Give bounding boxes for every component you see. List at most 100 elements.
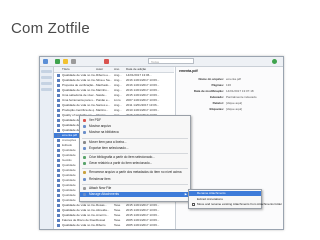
submenu-item[interactable]: Extract Annotations: [189, 197, 261, 202]
document-icon: [57, 124, 60, 127]
document-icon: [57, 159, 60, 162]
info-row: Data de modificação: 14/01/2017 13:07:18: [176, 89, 283, 94]
menu-item[interactable]: Reindexar item: [80, 177, 190, 182]
add-note-icon[interactable]: [63, 59, 68, 64]
document-icon: [57, 84, 60, 87]
attach-icon: [83, 186, 86, 190]
document-icon: [57, 169, 60, 172]
menu-item-label: Gerar relatório a partir do item selecio…: [89, 161, 153, 166]
document-icon: [57, 199, 60, 202]
document-icon: [57, 74, 60, 77]
document-icon: [57, 149, 60, 152]
document-icon: [57, 184, 60, 187]
info-title: ementa.pdf: [179, 69, 198, 73]
info-value[interactable]: [clique aqui]: [226, 101, 242, 106]
checkbox-icon: [192, 203, 195, 206]
menu-item-label: Ver PDF: [89, 118, 102, 122]
info-row: Relator: [clique aqui]: [176, 101, 283, 106]
document-icon: [57, 89, 60, 92]
menu-item[interactable]: Attach New File: [80, 186, 190, 191]
info-label: Indexado:: [209, 95, 224, 99]
info-value[interactable]: 136: [226, 83, 231, 88]
submenu-item-label: Extract Annotations: [197, 196, 223, 201]
document-icon: [57, 119, 60, 122]
collections-pane: [40, 67, 54, 229]
new-item-icon[interactable]: [55, 59, 60, 64]
cell-author: Ribeiro: [96, 223, 106, 227]
col-title[interactable]: Título: [62, 67, 70, 72]
document-icon: [57, 109, 60, 112]
menu-item[interactable]: Mostrar na biblioteca: [80, 130, 190, 135]
info-row: Nome do arquivo: ementa.pdf: [176, 77, 283, 82]
context-menu: Ver PDF Mostrar arquivo Mostrar na bibliot…: [79, 115, 191, 202]
info-label: Data de modificação:: [193, 89, 224, 93]
menu-separator: [82, 137, 188, 139]
submenu-item[interactable]: Rename Attachments: [189, 191, 261, 196]
info-row: Etiquetas: [clique aqui]: [176, 107, 283, 112]
tree-item[interactable]: [41, 76, 52, 79]
menu-item[interactable]: Renomear arquivo a partir dos metadados …: [80, 170, 190, 175]
report-icon: [83, 162, 86, 166]
chevron-right-icon: ▶: [184, 192, 187, 196]
toolbar: Todos: [40, 57, 283, 67]
info-value[interactable]: Parcialmente indexado: [226, 95, 257, 100]
col-year[interactable]: Ano: [114, 67, 119, 72]
new-collection-icon[interactable]: [43, 59, 48, 64]
menu-item[interactable]: Manage Attachments ▶: [80, 192, 190, 197]
menu-item-label: Mover item para a lixeira...: [89, 139, 127, 144]
menu-item[interactable]: Criar bibliografia a partir do item sele…: [80, 155, 190, 160]
table-row[interactable]: Qualidade de vida no tra... Ribeiro Tese 20…: [54, 223, 174, 228]
document-icon: [57, 214, 60, 217]
menu-item-label: Mostrar na biblioteca: [89, 130, 119, 135]
info-label: Páginas:: [211, 83, 224, 87]
submenu-item-label: Rename Attachments: [197, 191, 226, 195]
rename-icon: [83, 171, 86, 175]
document-icon: [57, 99, 60, 102]
info-label: Relator:: [212, 101, 224, 105]
locate-icon[interactable]: [104, 59, 109, 64]
submenu-item-label: Move and rename existing Attachments fro…: [197, 202, 283, 206]
cell-year: Tese: [114, 223, 121, 227]
document-icon: [57, 194, 60, 197]
menu-separator: [82, 168, 188, 170]
document-icon: [57, 179, 60, 182]
menu-item[interactable]: Gerar relatório a partir do item selecio…: [80, 161, 190, 166]
reindex-icon: [83, 177, 86, 181]
document-icon: [57, 164, 60, 167]
menu-item-label: Manage Attachments: [89, 192, 119, 196]
document-icon: [57, 154, 60, 157]
tree-item[interactable]: [41, 82, 52, 85]
document-icon: [57, 104, 60, 107]
menu-item[interactable]: Mostrar arquivo: [80, 124, 190, 129]
info-value[interactable]: ementa.pdf: [226, 77, 241, 82]
slide-title: Com Zotfile: [11, 20, 90, 37]
document-icon: [57, 129, 60, 132]
sync-icon[interactable]: [272, 59, 277, 64]
menu-item[interactable]: Exportar item selecionado...: [80, 146, 190, 151]
document-icon: [57, 144, 60, 147]
info-label: Etiquetas:: [209, 107, 224, 111]
bib-icon: [83, 156, 86, 159]
info-label: Nome do arquivo:: [198, 77, 224, 81]
cell-title: Qualidade de vida no tra...: [62, 223, 96, 227]
menu-item[interactable]: Ver PDF: [80, 118, 190, 123]
col-author[interactable]: Autor: [96, 67, 103, 72]
document-icon: [57, 174, 60, 177]
info-value[interactable]: [clique aqui]: [226, 107, 242, 112]
manage-icon: [83, 193, 86, 196]
document-icon: [57, 114, 60, 117]
info-value[interactable]: 14/01/2017 13:07:18: [226, 89, 254, 94]
export-icon: [83, 146, 86, 150]
col-date[interactable]: Data de adição: [126, 67, 146, 72]
document-icon: [57, 204, 60, 207]
tree-item[interactable]: [41, 88, 52, 91]
attach-icon[interactable]: [71, 59, 76, 64]
info-row: Indexado: Parcialmente indexado: [176, 95, 283, 100]
menu-separator: [82, 153, 188, 154]
menu-item-label: Renomear arquivo a partir dos metadados …: [89, 170, 182, 175]
document-icon: [57, 94, 60, 97]
search-input[interactable]: Todos: [148, 58, 194, 64]
menu-item[interactable]: Mover item para a lixeira...: [80, 140, 190, 145]
tree-item[interactable]: [41, 70, 52, 73]
submenu-item[interactable]: Move and rename existing Attachments fro…: [189, 202, 282, 207]
